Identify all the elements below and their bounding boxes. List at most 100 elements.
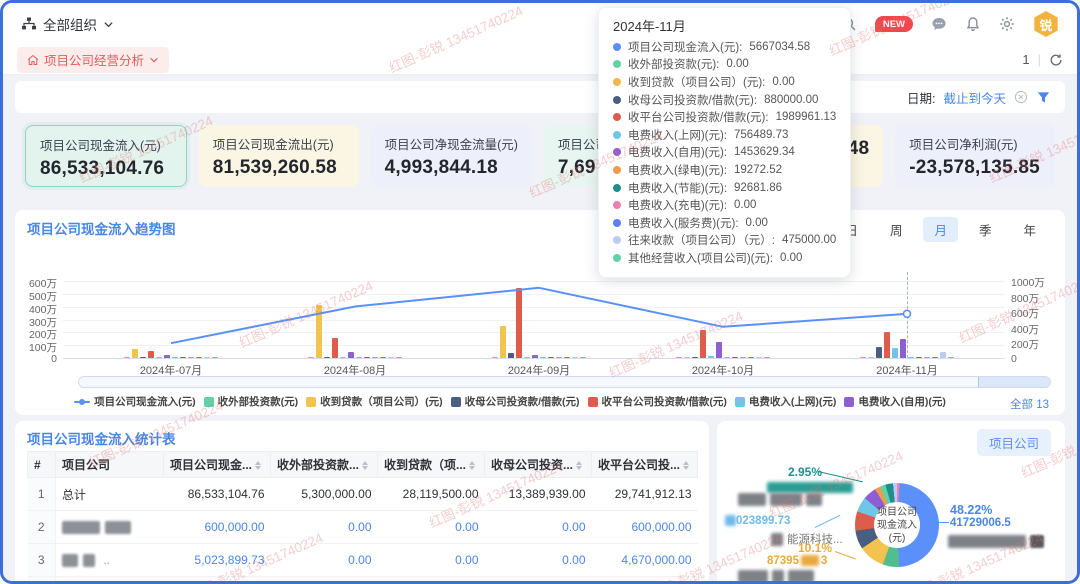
sort-icon[interactable] [576,461,582,470]
bar[interactable] [564,357,570,359]
kpi-card-2[interactable]: 项目公司现金流出(元)81,539,260.58 [199,125,359,187]
bar[interactable] [324,357,330,359]
bar[interactable] [572,357,578,359]
bar[interactable] [948,357,954,359]
bar[interactable] [204,357,210,359]
bar[interactable] [164,355,170,358]
donut-chart[interactable]: 项目公司现金流入(元) [855,483,939,567]
bar[interactable] [684,357,690,359]
bar[interactable] [748,357,754,359]
bar[interactable] [916,357,922,359]
bar[interactable] [876,347,882,358]
column-header[interactable]: 项目公司 [56,452,164,478]
bar[interactable] [188,357,194,359]
bar[interactable] [316,305,322,358]
pie-filter-badge[interactable]: 项目公司 [977,429,1051,456]
bar[interactable] [308,357,314,359]
column-header[interactable]: # [28,452,56,478]
bar[interactable] [908,357,914,359]
bar[interactable] [756,357,762,359]
kpi-card-3[interactable]: 项目公司净现金流量(元)4,993,844.18 [371,125,532,187]
message-icon[interactable] [931,16,947,32]
bar[interactable] [900,339,906,358]
sort-icon[interactable] [683,461,689,470]
bar[interactable] [492,357,498,359]
clear-filter-icon[interactable] [1014,90,1028,104]
user-avatar[interactable]: 锐 [1033,11,1059,37]
date-filter-value[interactable]: 截止到今天 [943,88,1006,107]
sort-icon[interactable] [362,461,368,470]
legend-item[interactable]: 收平台公司投资款/借款(元) [588,394,727,409]
bar[interactable] [860,357,866,359]
org-selector[interactable]: 全部组织 [21,14,114,34]
bar[interactable] [676,357,682,359]
bar[interactable] [372,357,378,359]
bar[interactable] [724,357,730,359]
bar[interactable] [500,326,506,358]
bar[interactable] [692,357,698,359]
bar[interactable] [172,357,178,359]
bar[interactable] [932,357,938,359]
bar[interactable] [132,349,138,358]
column-header[interactable]: 收到贷款（项... [378,452,485,478]
bar[interactable] [380,357,386,359]
datazoom-slider[interactable] [78,376,1051,388]
legend-item[interactable]: 项目公司现金流入(元) [74,394,196,409]
bar[interactable] [548,357,554,359]
column-header[interactable]: 项目公司现金... [164,452,271,478]
bar[interactable] [924,357,930,359]
bar[interactable] [700,330,706,358]
kpi-card-1[interactable]: 项目公司现金流入(元)86,533,104.76 [25,125,187,187]
gear-icon[interactable] [999,16,1015,32]
new-badge[interactable]: NEW [875,16,913,32]
bar[interactable] [340,357,346,359]
datazoom-selection[interactable] [978,377,1050,387]
bar[interactable] [388,357,394,359]
bar[interactable] [524,357,530,359]
kpi-card-6[interactable]: 项目公司净利润(元)-23,578,135.85 [895,125,1055,187]
column-header[interactable]: 收外部投资款... [271,452,378,478]
bar[interactable] [580,357,586,359]
table-row[interactable]: 3 ..5,023,899.730.000.000.004,670,000.00 [28,544,698,577]
bar[interactable] [708,356,714,358]
bar[interactable] [540,357,546,359]
breadcrumb-tab[interactable]: 项目公司经营分析 [17,47,169,73]
bar[interactable] [740,357,746,359]
bar[interactable] [732,357,738,359]
legend-item[interactable]: 收外部投资款(元) [204,394,299,409]
bar[interactable] [396,357,402,359]
bar[interactable] [884,332,890,358]
bar[interactable] [124,357,130,359]
table-row[interactable]: 2600,000.000.000.000.00600,000.00 [28,511,698,544]
sort-icon[interactable] [469,461,475,470]
bar[interactable] [892,348,898,358]
bar[interactable] [516,288,522,358]
refresh-icon[interactable] [1049,53,1063,67]
column-header[interactable]: 收平台公司投... [592,452,698,478]
sort-icon[interactable] [255,461,261,470]
bar[interactable] [508,353,514,358]
bar[interactable] [332,338,338,358]
legend-item[interactable]: 收到贷款（项目公司）(元) [306,394,443,409]
table-row[interactable]: 4 ...200,000.000.000.000.00200,000.00 [28,577,698,584]
bar[interactable] [716,342,722,358]
bar[interactable] [356,357,362,359]
legend-item[interactable]: 电费收入(自用)(元) [844,394,946,409]
table-row[interactable]: 1总计86,533,104.765,300,000.0028,119,500.0… [28,478,698,511]
funnel-filter-icon[interactable] [1036,90,1051,105]
bar[interactable] [180,357,186,359]
bar[interactable] [140,357,146,359]
bar[interactable] [196,357,202,359]
legend-item[interactable]: 电费收入(上网)(元) [735,394,837,409]
bar[interactable] [364,357,370,359]
bar[interactable] [212,357,218,359]
bar[interactable] [532,355,538,358]
bar[interactable] [556,357,562,359]
bar[interactable] [868,357,874,359]
bar[interactable] [348,352,354,358]
bell-icon[interactable] [965,16,981,32]
bar[interactable] [156,357,162,359]
cashflow-table[interactable]: #项目公司项目公司现金...收外部投资款...收到贷款（项...收母公司投资..… [27,451,698,584]
bar[interactable] [148,351,154,358]
column-header[interactable]: 收母公司投资... [485,452,592,478]
